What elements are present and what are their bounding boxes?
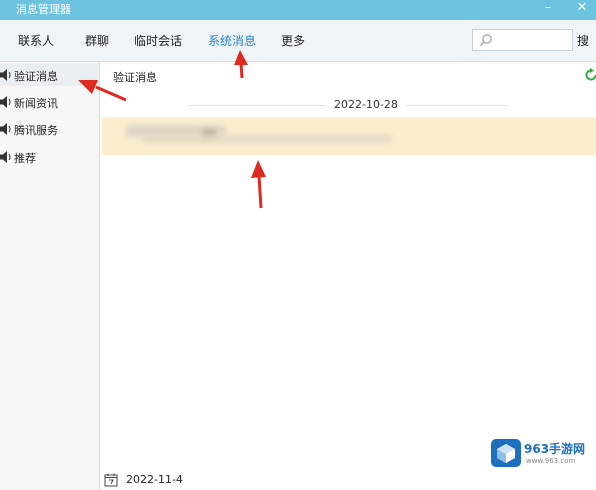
footer-date-text: 2022-11-4 — [126, 473, 183, 486]
sidebar-item-label: 新闻资讯 — [14, 97, 58, 110]
sidebar-item-news[interactable]: 新闻资讯 — [0, 91, 99, 113]
watermark-logo-icon — [491, 439, 521, 467]
speaker-icon — [0, 151, 11, 163]
sidebar-item-label: 推荐 — [14, 152, 36, 165]
refresh-icon[interactable] — [584, 68, 596, 82]
sidebar-item-label: 腾讯服务 — [14, 124, 58, 137]
calendar-icon — [104, 473, 118, 487]
date-header: 2022-10-28 — [326, 98, 406, 111]
tab-bar: 联系人 群聊 临时会话 系统消息 更多 搜 — [0, 20, 596, 62]
sidebar-item-verification[interactable]: 验证消息 — [0, 64, 99, 86]
minimize-button[interactable]: – — [541, 0, 555, 18]
section-title: 验证消息 — [113, 71, 157, 84]
tab-more[interactable]: 更多 — [281, 32, 305, 49]
blurred-content — [142, 135, 392, 143]
tab-temp-session[interactable]: 临时会话 — [134, 32, 182, 49]
title-bar: 消息管理器 – ✕ — [0, 0, 596, 20]
watermark-name: 963手游网 — [524, 442, 586, 456]
watermark: 963手游网 www.963.com — [490, 438, 590, 474]
sidebar-item-tencent-services[interactable]: 腾讯服务 — [0, 118, 99, 140]
speaker-icon — [0, 96, 11, 108]
window-title: 消息管理器 — [16, 3, 71, 16]
search-button[interactable]: 搜 — [577, 32, 589, 49]
watermark-url: www.963.com — [526, 457, 576, 465]
sidebar-item-recommended[interactable]: 推荐 — [0, 146, 99, 168]
sidebar: 验证消息 新闻资讯 腾讯服务 推荐 — [0, 62, 100, 490]
search-box[interactable] — [472, 29, 573, 51]
close-button[interactable]: ✕ — [574, 0, 590, 18]
speaker-icon — [0, 123, 11, 135]
search-input[interactable] — [497, 32, 569, 48]
speaker-icon — [0, 69, 11, 81]
tab-system-messages[interactable]: 系统消息 — [208, 32, 256, 49]
search-icon — [479, 34, 492, 47]
sidebar-item-label: 验证消息 — [14, 70, 58, 83]
tab-group-chat[interactable]: 群聊 — [85, 32, 109, 49]
message-panel: 验证消息 2022-10-28 2022-11-4 — [100, 62, 596, 490]
message-item[interactable] — [102, 117, 596, 155]
tab-contacts[interactable]: 联系人 — [18, 32, 54, 49]
